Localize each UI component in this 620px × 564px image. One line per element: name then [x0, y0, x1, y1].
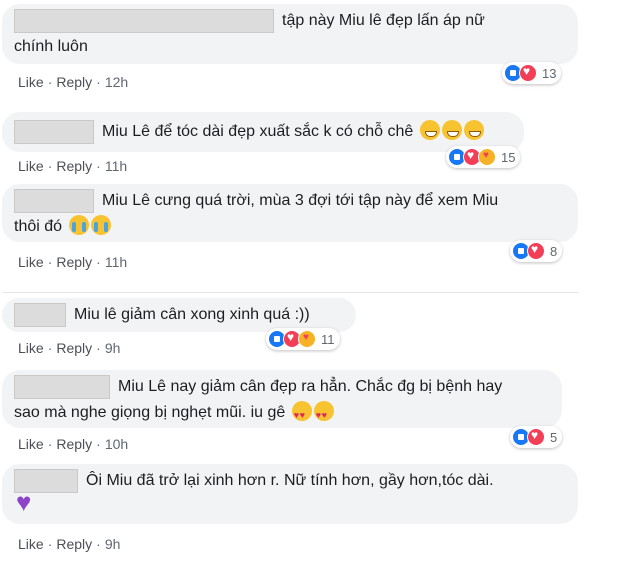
reaction-count: 15: [501, 149, 516, 165]
comment-line: tập này Miu lê đẹp lấn áp nữ: [14, 8, 566, 34]
comment-text: thôi đó: [14, 218, 63, 235]
comment-text: Miu Lê để tóc dài đẹp xuất sắc k có chỗ …: [102, 123, 414, 140]
comment-actions: Like · Reply · 9h: [18, 340, 121, 356]
timestamp[interactable]: 10h: [105, 436, 128, 452]
comment-6: Ôi Miu đã trở lại xinh hơn r. Nữ tính hơ…: [2, 464, 578, 560]
timestamp[interactable]: 9h: [105, 340, 121, 356]
heart-eyes-emoji: [313, 401, 334, 428]
grinning-emoji: [463, 120, 484, 140]
reaction-summary[interactable]: 13: [502, 62, 562, 84]
comment-5: Miu Lê nay giảm cân đẹp ra hẳn. Chắc đg …: [2, 370, 578, 456]
comment-text: Miu Lê cưng quá trời, mùa 3 đợi tới tập …: [102, 192, 499, 209]
like-link[interactable]: Like: [18, 74, 44, 90]
reaction-count: 8: [550, 243, 558, 259]
comment-actions: Like · Reply · 10h: [18, 436, 129, 452]
timestamp[interactable]: 9h: [105, 536, 121, 552]
crying-emoji: [68, 215, 89, 235]
comment-actions: Like · Reply · 11h: [18, 158, 128, 174]
reply-link[interactable]: Reply: [56, 536, 92, 552]
timestamp[interactable]: 11h: [105, 254, 127, 270]
comment-line: Miu lê giảm cân xong xinh quá :)): [14, 302, 344, 328]
blurred-username: [14, 188, 94, 213]
grinning-emoji: [419, 120, 440, 140]
reaction-summary[interactable]: 15: [446, 146, 521, 168]
comment-actions: Like · Reply · 11h: [18, 254, 128, 270]
crying-emoji: [90, 215, 111, 235]
care-reaction-icon: [298, 330, 316, 348]
purple-heart-emoji: [16, 489, 38, 515]
comment-line: sao mà nghe giọng bị nghẹt mũi. iu gê: [14, 400, 550, 428]
reply-link[interactable]: Reply: [56, 340, 92, 356]
comment-line: [14, 489, 566, 520]
comment-4: Miu lê giảm cân xong xinh quá :)) Like · R…: [2, 298, 578, 364]
comment-bubble: Miu Lê để tóc dài đẹp xuất sắc k có chỗ …: [2, 112, 524, 152]
grinning-emoji: [441, 120, 462, 140]
comment-text: Miu Lê nay giảm cân đẹp ra hẳn. Chắc đg …: [118, 378, 503, 395]
comment-text: Ôi Miu đã trở lại xinh hơn r. Nữ tính hơ…: [86, 472, 494, 489]
timestamp[interactable]: 11h: [105, 158, 127, 174]
comment-1: tập này Miu lê đẹp lấn áp nữ chính luôn …: [2, 4, 578, 94]
comment-line: Miu Lê để tóc dài đẹp xuất sắc k có chỗ …: [14, 119, 512, 145]
reaction-count: 13: [542, 65, 557, 81]
comment-2: Miu Lê để tóc dài đẹp xuất sắc k có chỗ …: [2, 112, 578, 184]
comment-actions: Like · Reply · 12h: [18, 74, 129, 90]
comment-text: sao mà nghe giọng bị nghẹt mũi. iu gê: [14, 404, 286, 421]
reply-link[interactable]: Reply: [56, 436, 92, 452]
comment-bubble: Miu Lê nay giảm cân đẹp ra hẳn. Chắc đg …: [2, 370, 562, 428]
comment-bubble: Miu lê giảm cân xong xinh quá :)): [2, 298, 356, 332]
like-link[interactable]: Like: [18, 340, 44, 356]
like-link[interactable]: Like: [18, 254, 44, 270]
reaction-count: 5: [550, 429, 558, 445]
reply-link[interactable]: Reply: [56, 254, 92, 270]
comment-line: thôi đó: [14, 214, 566, 240]
comment-text: Miu lê giảm cân xong xinh quá :)): [74, 306, 310, 323]
reply-link[interactable]: Reply: [56, 158, 92, 174]
love-reaction-icon: [519, 64, 537, 82]
comment-line: Miu Lê cưng quá trời, mùa 3 đợi tới tập …: [14, 188, 566, 214]
care-reaction-icon: [478, 148, 496, 166]
comment-actions: Like · Reply · 9h: [18, 536, 121, 552]
comment-text: chính luôn: [14, 38, 88, 55]
comment-text: tập này Miu lê đẹp lấn áp nữ: [282, 12, 485, 29]
blurred-username: [14, 302, 66, 327]
comment-bubble: Miu Lê cưng quá trời, mùa 3 đợi tới tập …: [2, 184, 578, 242]
reply-link[interactable]: Reply: [56, 74, 92, 90]
comment-bubble: Ôi Miu đã trở lại xinh hơn r. Nữ tính hơ…: [2, 464, 578, 524]
divider: [2, 292, 578, 293]
like-link[interactable]: Like: [18, 436, 44, 452]
comment-line: Miu Lê nay giảm cân đẹp ra hẳn. Chắc đg …: [14, 374, 550, 400]
reaction-summary[interactable]: 11: [266, 328, 340, 350]
blurred-username: [14, 8, 274, 33]
like-link[interactable]: Like: [18, 158, 44, 174]
like-link[interactable]: Like: [18, 536, 44, 552]
heart-eyes-emoji: [291, 401, 312, 428]
reaction-summary[interactable]: 5: [510, 426, 563, 448]
love-reaction-icon: [527, 428, 545, 446]
comment-3: Miu Lê cưng quá trời, mùa 3 đợi tới tập …: [2, 184, 578, 274]
comment-line: Ôi Miu đã trở lại xinh hơn r. Nữ tính hơ…: [14, 468, 566, 494]
love-reaction-icon: [527, 242, 545, 260]
blurred-username: [14, 119, 94, 144]
reaction-count: 11: [321, 331, 335, 347]
blurred-username: [14, 374, 110, 399]
reaction-summary[interactable]: 8: [510, 240, 563, 262]
timestamp[interactable]: 12h: [105, 74, 128, 90]
comment-bubble: tập này Miu lê đẹp lấn áp nữ chính luôn: [2, 4, 578, 64]
